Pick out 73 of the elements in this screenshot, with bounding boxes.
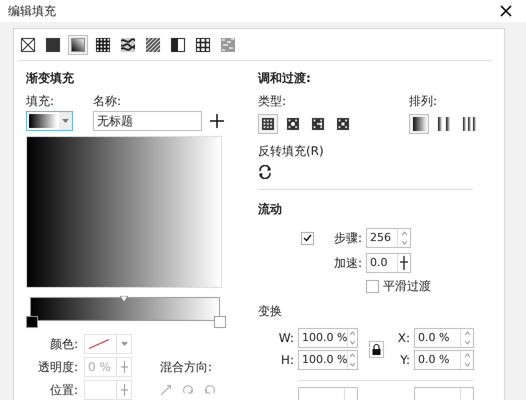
- acceleration-label: 加速:: [332, 256, 362, 270]
- fill-type-icon: [196, 38, 210, 52]
- spin-arrows-icon: [464, 353, 470, 367]
- type-label: 类型:: [258, 94, 288, 108]
- gradient-bar[interactable]: [30, 297, 220, 321]
- color-stop[interactable]: [26, 316, 38, 328]
- transform-field[interactable]: 0.0 %: [414, 350, 474, 370]
- transform-label: H:: [280, 353, 294, 367]
- fill-dropdown[interactable]: [26, 111, 73, 131]
- fill-type-icon: [71, 38, 85, 52]
- reverse-fill-label: 反转填充(R): [258, 144, 325, 158]
- checker-icon: [337, 118, 349, 130]
- transform-field[interactable]: 0.0 %: [414, 328, 474, 348]
- checker-icon: [262, 118, 274, 130]
- checker-icon: [287, 118, 299, 130]
- spin-arrows-icon: [464, 331, 470, 345]
- transform-field[interactable]: 100.0 %: [298, 350, 358, 370]
- fill-type-icon: [221, 38, 235, 52]
- section-heading: 流动: [258, 202, 283, 216]
- spin-arrows-icon: [350, 331, 356, 345]
- slider-icon: [120, 361, 128, 373]
- fill-type-icon: [21, 38, 35, 52]
- steps-label: 步骤:: [332, 231, 362, 245]
- color-label: 颜色:: [48, 337, 78, 351]
- name-field[interactable]: 无标题: [93, 111, 202, 131]
- fill-type-icon: [96, 38, 110, 52]
- section-heading: 渐变填充: [26, 71, 75, 85]
- blend-type-button[interactable]: [258, 114, 278, 134]
- slider-icon: [120, 384, 128, 396]
- position-label: 位置:: [48, 383, 78, 397]
- slider-icon: [400, 256, 408, 270]
- dropdown-arrow-icon: [120, 342, 128, 346]
- gradient-strip-icon: [462, 117, 476, 131]
- gradient-swatch: [29, 114, 57, 128]
- window-title: 编辑填充: [8, 4, 56, 18]
- close-icon[interactable]: [500, 5, 512, 17]
- color-picker[interactable]: [84, 334, 132, 354]
- add-icon[interactable]: [210, 114, 224, 128]
- checker-icon: [312, 118, 324, 130]
- acceleration-field[interactable]: 0.0: [366, 253, 411, 273]
- spin-arrows-icon: [350, 353, 356, 367]
- fill-type-icon: [171, 38, 185, 52]
- fill-type-button[interactable]: [68, 34, 88, 54]
- lock-button[interactable]: [368, 340, 384, 358]
- section-heading: 变换: [258, 304, 283, 318]
- fill-label: 填充:: [26, 94, 56, 108]
- steps-checkbox[interactable]: [301, 232, 314, 244]
- gradient-strip-icon: [438, 117, 450, 131]
- dropdown-arrow-icon: [62, 119, 69, 123]
- transform-label: X:: [396, 331, 410, 345]
- transform-label: W:: [278, 331, 294, 345]
- arrange-label: 排列:: [409, 94, 438, 108]
- transform-label: Y:: [399, 353, 410, 367]
- arrangement-button[interactable]: [409, 114, 429, 134]
- transparency-label: 透明度:: [36, 360, 78, 374]
- fill-type-icon: [46, 38, 60, 52]
- spin-arrows-icon: [402, 231, 406, 245]
- blend-direction-label: 混合方向:: [159, 360, 214, 374]
- reverse-icon[interactable]: [258, 165, 272, 179]
- midpoint-handle[interactable]: [120, 296, 128, 302]
- steps-field[interactable]: 256: [366, 228, 411, 248]
- lock-icon: [372, 344, 380, 354]
- smooth-label: 平滑过渡: [383, 279, 431, 293]
- color-stop[interactable]: [214, 316, 226, 328]
- smooth-checkbox[interactable]: [366, 280, 379, 292]
- transform-field[interactable]: 100.0 %: [298, 328, 358, 348]
- section-heading: 调和过渡:: [258, 71, 312, 85]
- no-color-icon: [88, 339, 110, 349]
- name-label: 名称:: [93, 94, 122, 108]
- fill-type-icon: [121, 38, 135, 52]
- gradient-strip-icon: [412, 117, 426, 131]
- position-field[interactable]: [84, 380, 132, 400]
- fill-type-icon: [146, 38, 160, 52]
